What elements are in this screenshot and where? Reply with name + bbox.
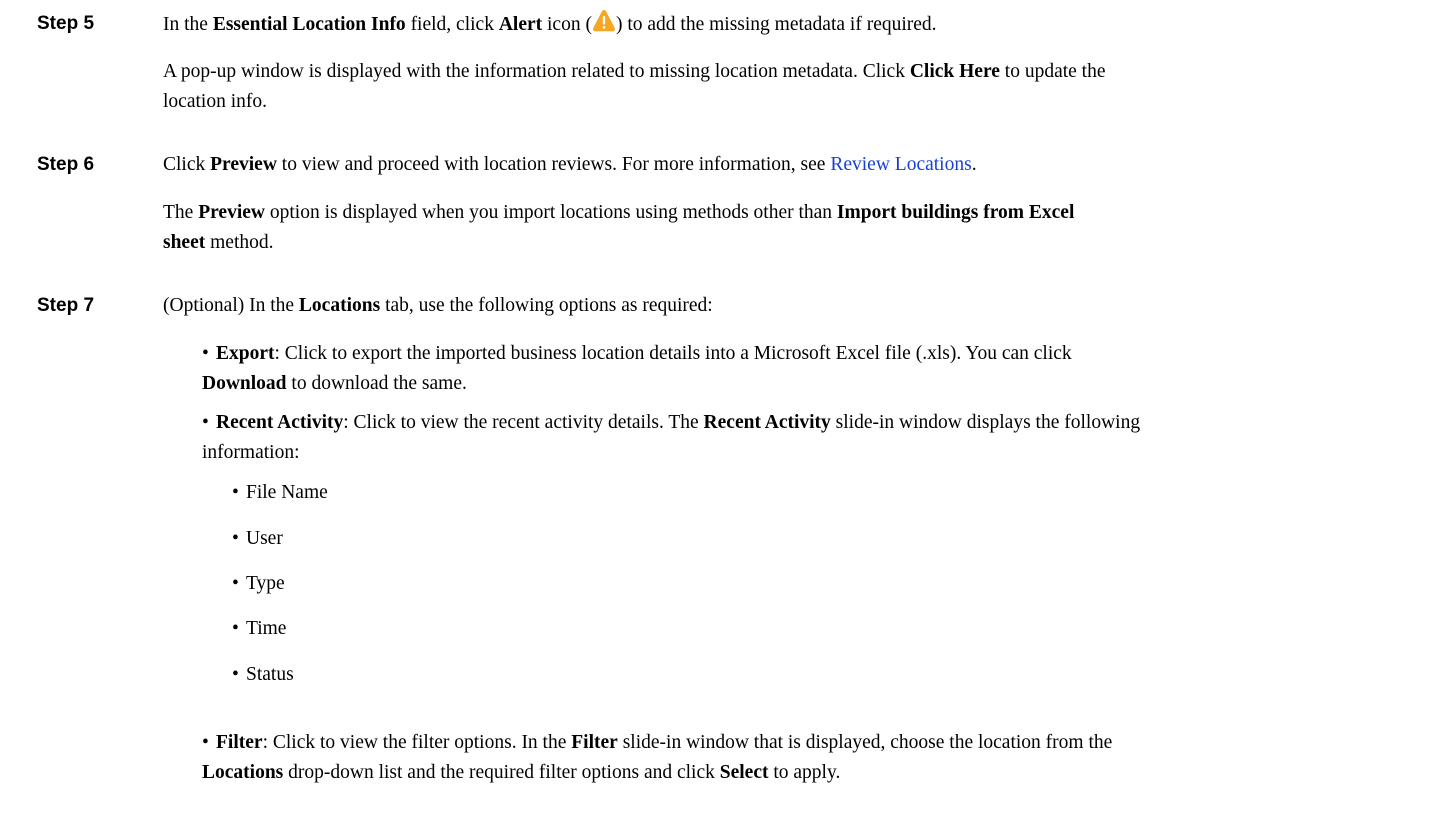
recent-activity-bullet: • Recent Activity: Click to view the rece… bbox=[202, 408, 1397, 468]
review-locations-link[interactable]: Review Locations bbox=[830, 154, 971, 175]
bullet-dot: • bbox=[232, 528, 239, 549]
bullet-dot: • bbox=[232, 618, 239, 639]
step-6-preview-note: The Preview option is displayed when you… bbox=[163, 202, 1075, 253]
bullet-dot: • bbox=[232, 573, 239, 594]
list-item: • Type bbox=[232, 569, 285, 599]
bullet-dot: • bbox=[202, 732, 209, 753]
alert-icon bbox=[592, 9, 616, 33]
list-item: • User bbox=[232, 524, 283, 554]
filter-bullet: • Filter: Click to view the filter option… bbox=[202, 728, 1397, 788]
step-6-instruction: Click Preview to view and proceed with l… bbox=[163, 154, 977, 175]
list-item: • Status bbox=[232, 660, 294, 690]
step-5-popup-description: A pop-up window is displayed with the in… bbox=[163, 61, 1106, 112]
bullet-dot: • bbox=[202, 343, 209, 364]
bullet-dot: • bbox=[232, 664, 239, 685]
step-7-instruction: (Optional) In the Locations tab, use the… bbox=[163, 295, 713, 316]
export-bullet: • Export: Click to export the imported bu… bbox=[202, 339, 1397, 399]
step-5-label: Step 5 bbox=[37, 13, 95, 34]
step-6-label: Step 6 bbox=[37, 154, 95, 175]
bullet-dot: • bbox=[232, 482, 239, 503]
step-5-instruction: In the Essential Location Info field, cl… bbox=[163, 9, 1393, 40]
list-item: • File Name bbox=[232, 478, 328, 508]
bullet-dot: • bbox=[202, 412, 209, 433]
step-7-label: Step 7 bbox=[37, 295, 95, 316]
list-item: • Time bbox=[232, 614, 286, 644]
